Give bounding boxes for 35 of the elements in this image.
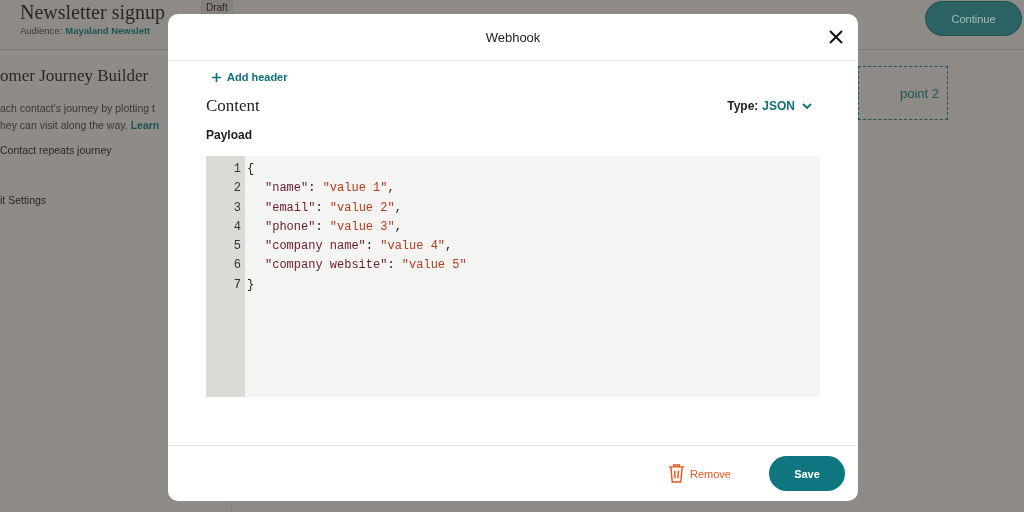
remove-button[interactable]: Remove bbox=[668, 464, 731, 483]
code-line: "company website": "value 5" bbox=[264, 258, 467, 275]
line-number: 3 bbox=[232, 200, 242, 217]
audience-link[interactable]: Mayaland Newslett bbox=[65, 25, 151, 36]
code-line: "company name": "value 4", bbox=[264, 239, 454, 256]
audience-label: Audience: bbox=[20, 25, 63, 36]
continue-button[interactable]: Continue bbox=[925, 1, 1022, 36]
line-number: 4 bbox=[232, 219, 242, 236]
type-label: Type: bbox=[727, 99, 759, 113]
trash-icon bbox=[668, 464, 686, 483]
learn-link[interactable]: Learn bbox=[130, 117, 160, 134]
plus-icon bbox=[212, 72, 221, 82]
code-editor[interactable]: 1 2 3 4 5 6 7 { "name": "value 1", "email": "value 2", "phone": "value 3", "company name": "value 4", "company website": "value 5" } bbox=[206, 156, 820, 397]
save-button[interactable]: Save bbox=[769, 456, 845, 491]
code-line: { bbox=[247, 162, 256, 178]
code-line: } bbox=[247, 277, 256, 294]
chevron-down-icon bbox=[802, 103, 812, 109]
section-title: Content bbox=[206, 96, 260, 116]
payload-label: Payload bbox=[206, 128, 254, 142]
line-number: 1 bbox=[232, 162, 242, 178]
page-title: Newsletter signup bbox=[20, 0, 165, 24]
line-number: 5 bbox=[232, 239, 242, 256]
line-number: 2 bbox=[232, 181, 242, 198]
close-icon[interactable] bbox=[828, 29, 844, 45]
sidebar-heading: omer Journey Builder bbox=[0, 66, 149, 86]
type-dropdown[interactable]: JSON bbox=[762, 99, 812, 113]
description-text: ach contact's journey by plotting t bbox=[0, 101, 155, 116]
code-line: "email": "value 2", bbox=[264, 200, 403, 217]
add-header-button[interactable]: Add header bbox=[212, 71, 288, 83]
code-line: "name": "value 1", bbox=[264, 181, 396, 198]
description-text: hey can visit along the way. bbox=[0, 118, 128, 133]
code-line: "phone": "value 3", bbox=[264, 219, 403, 236]
line-number: 7 bbox=[232, 277, 242, 294]
line-number: 6 bbox=[232, 258, 242, 275]
dialog-title: Webhook bbox=[485, 29, 541, 45]
